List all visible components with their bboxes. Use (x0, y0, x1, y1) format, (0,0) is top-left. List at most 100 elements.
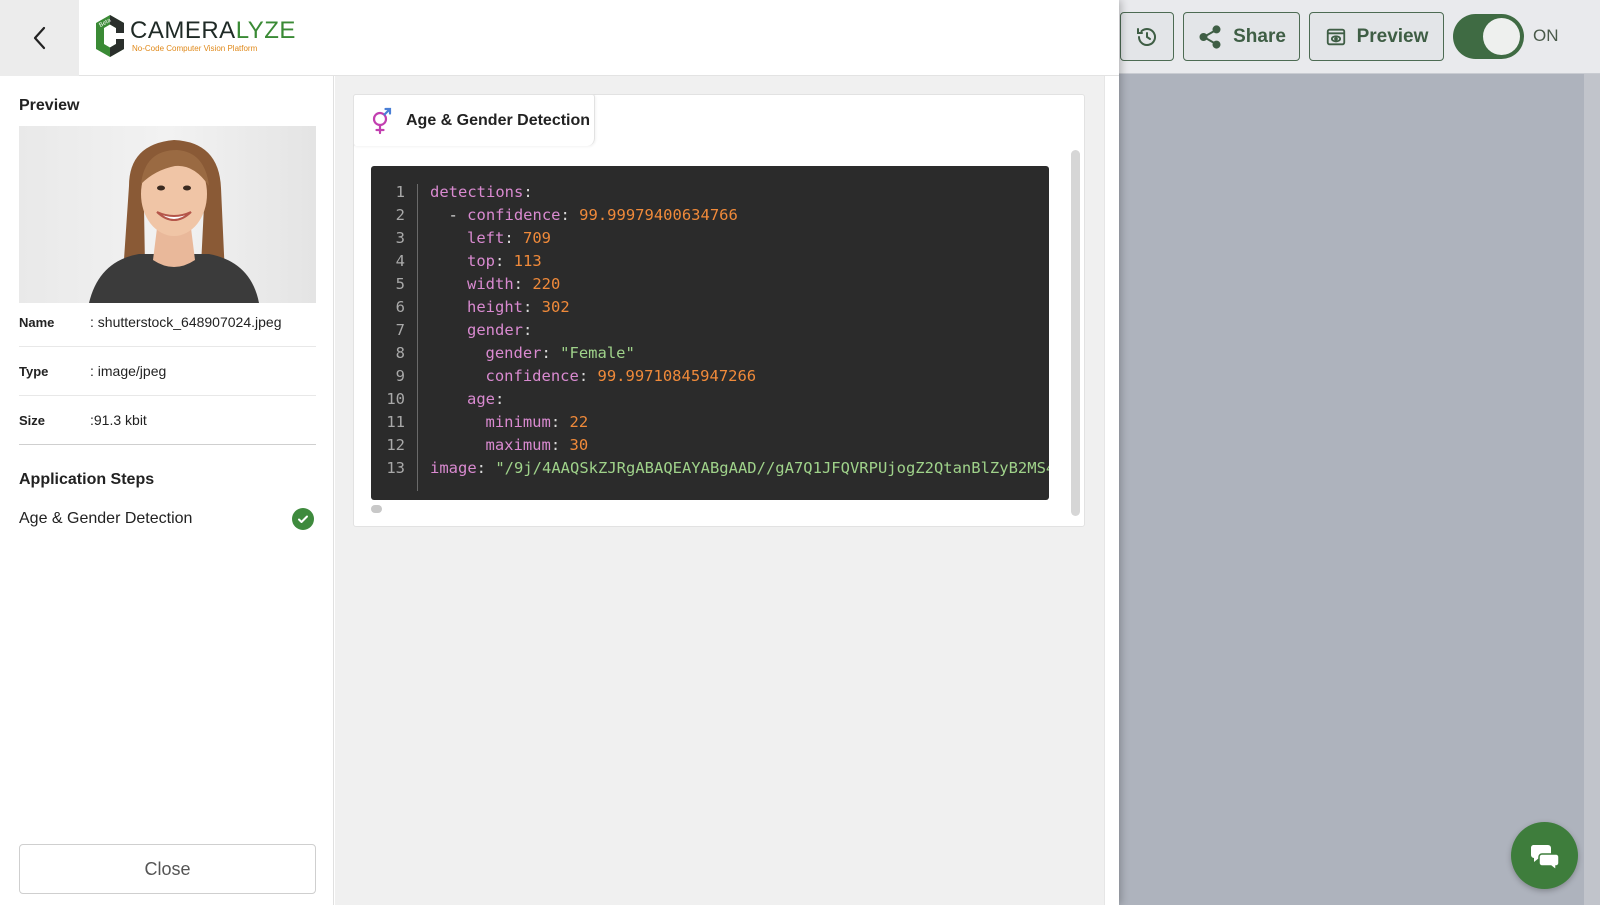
info-key: Name (19, 314, 55, 330)
code-text: image: "/9j/4AAQSkZJRgABAQEAYABgAAD//gA7… (430, 459, 1049, 477)
code-text: minimum: 22 (485, 412, 589, 431)
line-number: 13 (386, 458, 405, 477)
toggle-knob (1483, 18, 1520, 55)
code-text: maximum: 30 (485, 435, 589, 454)
code-text: gender: (467, 320, 533, 339)
line-number: 1 (395, 182, 405, 201)
app-right-scrollbar (1584, 74, 1600, 905)
yaml-value: 99.99979400634766 (579, 205, 738, 224)
yaml-value: 220 (532, 274, 561, 293)
code-line: 5 width: 220 (371, 272, 1049, 295)
result-modal: Beta CAMERALYZE No-Code Computer Vision … (0, 0, 1119, 905)
yaml-key: confidence (467, 205, 561, 224)
yaml-value: 709 (523, 228, 551, 247)
info-key: Size (19, 412, 46, 428)
code-text: detections: (430, 182, 533, 201)
yaml-value: 113 (513, 251, 542, 270)
step-item[interactable]: Age & Gender Detection (19, 504, 316, 534)
preview-image (19, 126, 316, 303)
code-line: 3 left: 709 (371, 226, 1049, 249)
code-text: top: 113 (467, 251, 542, 270)
yaml-key: top (467, 251, 495, 270)
line-number: 3 (395, 228, 405, 247)
yaml-value: 302 (541, 297, 570, 316)
logo-subtitle: No-Code Computer Vision Platform (132, 44, 258, 53)
yaml-value: 22 (569, 412, 589, 431)
tab-age-gender-detection[interactable]: Age & Gender Detection (353, 94, 595, 146)
info-row-type: Type : image/jpeg (19, 347, 316, 396)
code-text: confidence: 99.99710845947266 (485, 366, 757, 385)
code-line: 13 image: "/9j/4AAQSkZJRgABAQEAYABgAAD//g… (371, 456, 1049, 479)
yaml-key: height (467, 297, 523, 316)
code-line: 7 gender: (371, 318, 1049, 341)
line-number: 9 (395, 366, 405, 385)
info-value: : image/jpeg (90, 363, 167, 379)
yaml-key: left (467, 228, 505, 247)
code-line: 4 top: 113 (371, 249, 1049, 272)
code-horizontal-scrollbar[interactable] (371, 505, 1049, 513)
code-line: 12 maximum: 30 (371, 433, 1049, 456)
toggle-label: ON (1533, 26, 1559, 45)
yaml-key: image (430, 458, 477, 477)
content-scrollbar[interactable] (1104, 76, 1119, 905)
code-text: gender: "Female" (485, 343, 635, 362)
yaml-key: gender (485, 343, 542, 362)
line-number: 12 (386, 435, 405, 454)
yaml-value: "/9j/4AAQSkZJRgABAQEAYABgAAD//gA7Q1JFQVR… (495, 458, 1049, 477)
yaml-value: 30 (569, 435, 589, 454)
card-vertical-scrollbar[interactable] (1071, 150, 1080, 516)
code-line: 11 minimum: 22 (371, 410, 1049, 433)
on-off-toggle[interactable] (1453, 14, 1524, 59)
yaml-code-viewer[interactable]: 1 detections: 2 - confidence: 99.999794006… (371, 166, 1049, 500)
line-number: 6 (395, 297, 405, 316)
chat-button[interactable] (1511, 822, 1578, 889)
cameralyze-logo: Beta CAMERALYZE No-Code Computer Vision … (94, 14, 296, 58)
application-steps-title: Application Steps (19, 471, 155, 488)
line-number: 5 (395, 274, 405, 293)
info-value: : shutterstock_648907024.jpeg (90, 314, 282, 330)
info-key: Type (19, 363, 49, 379)
line-number: 7 (395, 320, 405, 339)
share-icon (1199, 24, 1221, 49)
close-button[interactable]: Close (19, 844, 316, 894)
yaml-key: age (467, 389, 495, 408)
gender-symbol-icon (372, 107, 392, 134)
logo-hexagon-icon: Beta (96, 15, 124, 57)
back-button[interactable] (0, 0, 79, 76)
code-text: width: 220 (467, 274, 561, 293)
modal-header: Beta CAMERALYZE No-Code Computer Vision … (0, 0, 1119, 76)
info-row-size: Size :91.3 kbit (19, 396, 316, 445)
code-text: age: (467, 389, 505, 408)
check-circle-icon (292, 508, 314, 530)
logo-text-camera: CAMERA (130, 17, 236, 44)
line-number: 4 (395, 251, 405, 270)
code-line: 6 height: 302 (371, 295, 1049, 318)
yaml-key: minimum (485, 412, 551, 431)
code-line: 1 detections: (371, 180, 1049, 203)
code-text: height: 302 (467, 297, 570, 316)
step-label: Age & Gender Detection (19, 510, 193, 527)
preview-label: Preview (1356, 25, 1429, 47)
scroll-thumb[interactable] (371, 505, 382, 513)
history-icon (1137, 27, 1156, 46)
share-label: Share (1233, 25, 1286, 47)
yaml-key: maximum (485, 435, 551, 454)
info-value: :91.3 kbit (90, 412, 147, 428)
logo-text-lyze: LYZE (235, 17, 296, 44)
yaml-value: 99.99710845947266 (597, 366, 757, 385)
line-number: 10 (386, 389, 405, 408)
chevron-left-icon (33, 26, 45, 50)
modal-sidebar: Preview Name : shutterstock_648907024.jp… (0, 76, 334, 905)
preview-title: Preview (19, 97, 80, 114)
yaml-key: detections (430, 182, 524, 201)
share-button[interactable]: Share (1183, 12, 1300, 61)
chat-icon (1530, 844, 1560, 871)
code-line: 2 - confidence: 99.99979400634766 (371, 203, 1049, 226)
tab-label: Age & Gender Detection (406, 111, 591, 129)
preview-button[interactable]: Preview (1309, 12, 1444, 61)
eye-icon (1326, 28, 1345, 45)
info-row-name: Name : shutterstock_648907024.jpeg (19, 298, 316, 347)
yaml-key: width (467, 274, 514, 293)
code-line: 10 age: (371, 387, 1049, 410)
history-button[interactable] (1120, 12, 1174, 61)
